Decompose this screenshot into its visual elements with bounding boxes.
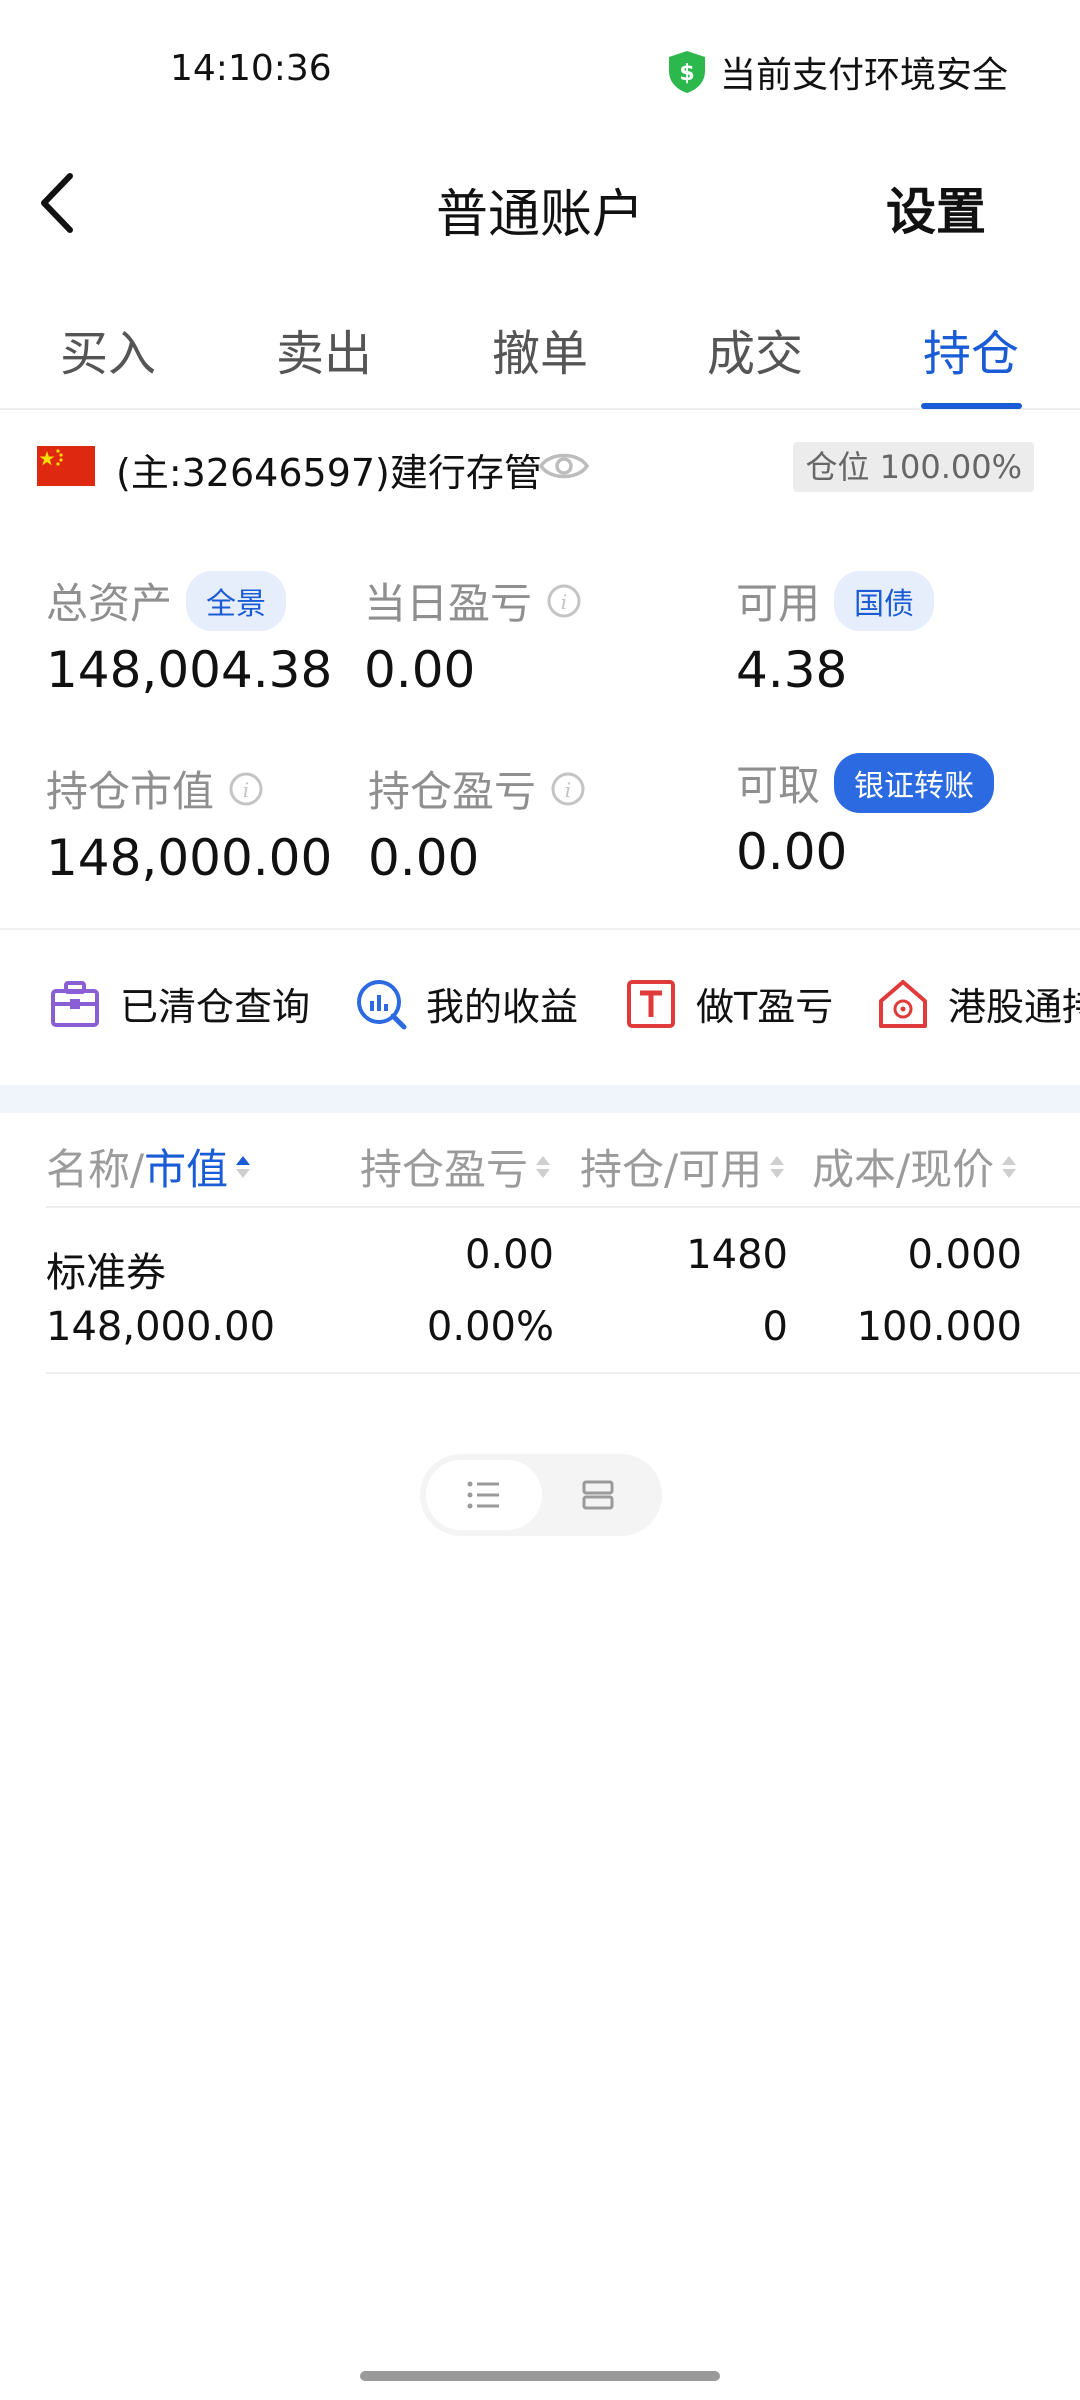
tab-sell[interactable]: 卖出	[276, 314, 372, 384]
column-header-name[interactable]: 名称/市值	[46, 1136, 252, 1197]
holding-market-value: 148,000.00	[46, 1304, 276, 1350]
divider	[0, 928, 1080, 930]
position-pnl-value: 0.00	[368, 829, 480, 887]
info-icon[interactable]: i	[550, 771, 586, 807]
daily-pnl-label: 当日盈亏	[364, 579, 533, 628]
status-time: 14:10:36	[170, 48, 332, 89]
briefcase-icon	[51, 980, 99, 1027]
column-header-pnl[interactable]: 持仓盈亏	[360, 1136, 552, 1197]
shortcut-label: 已清仓查询	[120, 985, 311, 1029]
position-pnl-label: 持仓盈亏	[368, 767, 537, 816]
shield-icon: $	[668, 51, 705, 93]
holding-pnl: 0.00	[464, 1232, 554, 1278]
withdrawable-value: 0.00	[736, 823, 848, 881]
tab-cancel-order[interactable]: 撤单	[492, 314, 588, 384]
overview-chip[interactable]: 全景	[186, 570, 287, 631]
available-funds: 可用 国债 4.38	[736, 570, 935, 699]
tab-holdings[interactable]: 持仓	[923, 314, 1019, 384]
trade-tabs: 买入 卖出 撤单 成交 持仓	[0, 300, 1080, 410]
available-label: 可用	[736, 579, 821, 628]
svg-text:i: i	[565, 778, 571, 802]
info-icon[interactable]: i	[546, 583, 582, 619]
active-tab-indicator	[921, 403, 1022, 409]
card-view-icon	[582, 1480, 614, 1510]
info-icon[interactable]: i	[228, 771, 264, 807]
holding-name: 标准券	[46, 1250, 166, 1296]
column-header-cost[interactable]: 成本/现价	[812, 1136, 1018, 1197]
eye-icon[interactable]	[538, 446, 590, 486]
column-header-qty[interactable]: 持仓/可用	[580, 1136, 786, 1197]
tab-deals[interactable]: 成交	[707, 314, 803, 384]
hk-home-icon	[879, 979, 927, 1028]
svg-text:i: i	[561, 590, 567, 614]
home-indicator[interactable]	[360, 2371, 720, 2381]
my-earnings-shortcut[interactable]: 我的收益	[354, 976, 578, 1031]
sort-asc-icon	[236, 1155, 251, 1178]
cost-price: 0.000	[907, 1232, 1022, 1278]
holdings-page: 14:10:36 $ 当前支付环境安全 普通账户 设置 买入 卖出 撤单 成交 …	[0, 0, 1080, 2400]
svg-text:$: $	[679, 61, 694, 86]
table-header-divider	[46, 1206, 1080, 1208]
available-value: 4.38	[736, 641, 848, 699]
bank-transfer-button[interactable]: 银证转账	[834, 752, 995, 813]
svg-text:i: i	[243, 778, 249, 802]
shortcut-label: 我的收益	[426, 985, 579, 1029]
chart-search-icon	[357, 979, 407, 1029]
current-price: 100.000	[856, 1304, 1022, 1350]
account-name[interactable]: (主:32646597)建行存管	[116, 442, 542, 497]
secure-indicator: $ 当前支付环境安全	[666, 46, 1008, 98]
settings-button[interactable]: 设置	[886, 172, 986, 244]
sort-icon	[770, 1155, 785, 1178]
table-row-divider	[46, 1372, 1080, 1374]
shortcut-label: 做T盈亏	[696, 985, 834, 1029]
daily-pnl-value: 0.00	[364, 641, 476, 699]
sort-icon	[536, 1155, 551, 1178]
withdrawable-label: 可取	[736, 761, 821, 810]
withdrawable-funds: 可取 银证转账 0.00	[736, 752, 995, 881]
total-assets: 总资产 全景 148,004.38	[46, 570, 332, 699]
available-quantity: 0	[762, 1304, 788, 1350]
total-assets-value: 148,004.38	[46, 641, 333, 699]
cleared-positions-shortcut[interactable]: 已清仓查询	[48, 976, 310, 1031]
market-value-label: 持仓市值	[46, 767, 215, 816]
card-view-option[interactable]	[540, 1460, 656, 1530]
hk-connect-shortcut[interactable]: 港股通持	[876, 976, 1080, 1031]
view-mode-toggle	[420, 1454, 662, 1536]
holding-pnl-percent: 0.00%	[426, 1304, 554, 1350]
position-pnl: 持仓盈亏 i 0.00	[368, 758, 586, 887]
treasury-chip[interactable]: 国债	[834, 570, 935, 631]
t-box-icon	[627, 979, 675, 1028]
market-value: 持仓市值 i 148,000.00	[46, 758, 332, 887]
total-assets-label: 总资产	[46, 579, 173, 628]
shortcut-label: 港股通持	[948, 985, 1080, 1029]
holding-quantity: 1480	[686, 1232, 788, 1278]
position-badge: 仓位 100.00%	[793, 442, 1034, 492]
list-view-icon	[467, 1481, 499, 1509]
list-view-option[interactable]	[426, 1460, 542, 1530]
t-trade-pnl-shortcut[interactable]: 做T盈亏	[624, 976, 833, 1031]
market-value-value: 148,000.00	[46, 829, 333, 887]
sort-icon	[1002, 1155, 1017, 1178]
daily-pnl: 当日盈亏 i 0.00	[364, 570, 582, 699]
section-separator	[0, 1085, 1080, 1113]
tab-buy[interactable]: 买入	[60, 314, 156, 384]
secure-text: 当前支付环境安全	[719, 55, 1008, 96]
china-flag-icon	[37, 446, 95, 486]
